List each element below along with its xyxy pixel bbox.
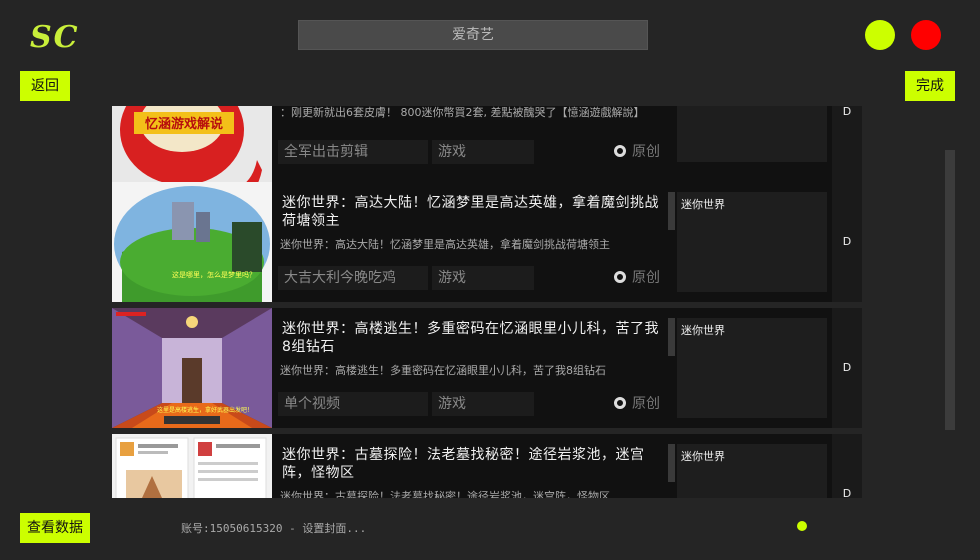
- video-list[interactable]: 忆涵游戏解说 ：刚更新就出6套皮膚！ 800迷你幣買2套, 差點被醜哭了【憶涵遊…: [112, 106, 862, 498]
- radio-icon: [614, 145, 626, 157]
- view-data-button[interactable]: 查看数据: [20, 513, 90, 543]
- tag-box[interactable]: 迷你世界: [677, 318, 827, 418]
- video-thumbnail: 这是哪里，怎么是梦里吗？: [112, 182, 272, 302]
- list-item[interactable]: 这里是高楼逃生，拿好武器出发吧！ 迷你世界：高楼逃生！多重密码在忆涵眼里小儿科，…: [112, 308, 862, 428]
- video-subtitle: 迷你世界：高达大陆！忆涵梦里是高达英雄，拿着魔剑挑战荷塘领主: [280, 238, 610, 251]
- original-label: 原创: [632, 396, 660, 412]
- d-column[interactable]: D: [832, 182, 862, 302]
- minimize-button[interactable]: [865, 20, 895, 50]
- list-item[interactable]: 这是哪里，怎么是梦里吗？ 迷你世界：高达大陆！忆涵梦里是高达英雄，拿着魔剑挑战荷…: [112, 182, 862, 302]
- original-radio[interactable]: 原创: [614, 140, 660, 164]
- video-subtitle: 迷你世界：古墓探险！法老墓找秘密！途径岩浆池，迷宫阵，怪物区: [280, 490, 610, 498]
- close-button[interactable]: [911, 20, 941, 50]
- radio-icon: [614, 397, 626, 409]
- tag-scrollbar[interactable]: [668, 444, 675, 482]
- video-thumbnail: 这里是高楼逃生，拿好武器出发吧！: [112, 308, 272, 428]
- video-thumbnail: [112, 434, 272, 498]
- video-title: 迷你世界：高达大陆！忆涵梦里是高达英雄，拿着魔剑挑战荷塘领主: [282, 195, 659, 229]
- video-subtitle: 迷你世界：高楼逃生！多重密码在忆涵眼里小儿科，苦了我8组钻石: [280, 364, 606, 377]
- tag-box[interactable]: 迷你世界: [677, 444, 827, 498]
- account-status: 账号:15050615320 - 设置封面...: [181, 522, 367, 535]
- app-logo: SC: [30, 20, 80, 55]
- svg-text:这里是高楼逃生，拿好武器出发吧！: 这里是高楼逃生，拿好武器出发吧！: [157, 406, 253, 414]
- d-column[interactable]: D: [832, 434, 862, 498]
- back-button[interactable]: 返回: [20, 71, 70, 101]
- d-column[interactable]: D: [832, 308, 862, 428]
- original-label: 原创: [632, 270, 660, 286]
- video-subtitle: ：刚更新就出6套皮膚！ 800迷你幣買2套, 差點被醜哭了【憶涵遊戲解說】: [280, 106, 645, 119]
- original-radio[interactable]: 原创: [614, 266, 660, 290]
- svg-text:这是哪里，怎么是梦里吗？: 这是哪里，怎么是梦里吗？: [172, 270, 256, 279]
- svg-text:忆涵游戏解说: 忆涵游戏解说: [145, 116, 223, 132]
- list-scrollbar[interactable]: [945, 150, 955, 430]
- original-label: 原创: [632, 144, 660, 160]
- radio-icon: [614, 271, 626, 283]
- type-field[interactable]: 游戏: [432, 266, 534, 290]
- tag-box[interactable]: 迷你世界: [677, 192, 827, 292]
- list-item[interactable]: 迷你世界：古墓探险！法老墓找秘密！途径岩浆池，迷宫阵，怪物区 迷你世界：古墓探险…: [112, 434, 862, 498]
- type-field[interactable]: 游戏: [432, 140, 534, 164]
- video-title: 迷你世界：古墓探险！法老墓找秘密！途径岩浆池，迷宫阵，怪物区: [282, 447, 645, 481]
- category-field[interactable]: 大吉大利今晚吃鸡: [278, 266, 428, 290]
- tag-box[interactable]: [677, 106, 827, 162]
- category-field[interactable]: 全军出击剪辑: [278, 140, 428, 164]
- status-indicator: [797, 521, 807, 531]
- video-title: 迷你世界：高楼逃生！多重密码在忆涵眼里小儿科，苦了我8组钻石: [282, 321, 659, 355]
- type-field[interactable]: 游戏: [432, 392, 534, 416]
- d-label: D: [842, 106, 852, 118]
- search-input[interactable]: 爱奇艺: [298, 20, 648, 50]
- category-field[interactable]: 单个视频: [278, 392, 428, 416]
- tag-scrollbar[interactable]: [668, 318, 675, 356]
- original-radio[interactable]: 原创: [614, 392, 660, 416]
- tag-scrollbar[interactable]: [668, 192, 675, 230]
- done-button[interactable]: 完成: [905, 71, 955, 101]
